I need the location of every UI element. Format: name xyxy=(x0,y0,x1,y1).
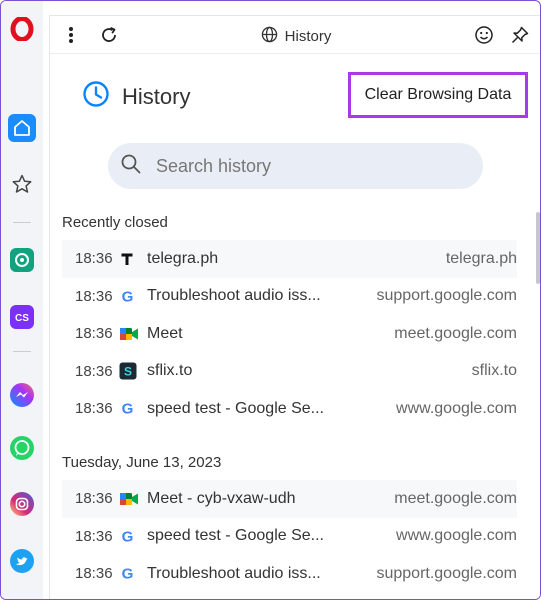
page-title: History xyxy=(122,83,191,109)
list-item[interactable]: 18:36 telegra.ph telegra.ph xyxy=(62,240,517,278)
list-item[interactable]: 18:36 S sflix.to sflix.to xyxy=(62,353,517,391)
item-title: speed test - Google Se... xyxy=(147,399,324,417)
emoji-icon[interactable] xyxy=(473,24,495,46)
list-item[interactable]: 18:36 G speed test - Google Se... www.go… xyxy=(62,518,517,556)
item-time: 18:36 xyxy=(75,400,113,418)
clock-icon xyxy=(82,80,110,113)
opera-logo-icon[interactable] xyxy=(8,15,36,43)
item-time: 18:36 xyxy=(75,250,113,268)
browser-window: CS History History Clear Browsing Data S… xyxy=(0,0,541,600)
google-meet-icon xyxy=(119,326,147,342)
section-title-date: Tuesday, June 13, 2023 xyxy=(62,454,222,471)
item-time: 18:36 xyxy=(75,527,113,545)
sidebar-divider xyxy=(13,222,31,223)
list-item[interactable]: 18:36 G Troubleshoot audio iss... suppor… xyxy=(62,555,517,593)
item-domain: sflix.to xyxy=(471,362,517,380)
instagram-icon[interactable] xyxy=(8,490,36,518)
item-time: 18:36 xyxy=(75,490,113,508)
google-meet-icon xyxy=(119,491,147,507)
sidebar: CS xyxy=(1,1,43,599)
telegraph-icon xyxy=(119,251,147,267)
svg-text:CS: CS xyxy=(15,313,29,324)
cs-app-icon[interactable]: CS xyxy=(8,303,36,331)
svg-text:G: G xyxy=(122,528,134,544)
clear-browsing-data-button[interactable]: Clear Browsing Data xyxy=(348,72,528,118)
google-icon: G xyxy=(119,400,147,417)
item-domain: meet.google.com xyxy=(394,489,517,507)
search-input[interactable] xyxy=(156,155,446,177)
history-panel: History History Clear Browsing Data Rece… xyxy=(49,15,540,599)
svg-text:S: S xyxy=(124,365,132,379)
item-title: telegra.ph xyxy=(147,249,219,267)
home-icon[interactable] xyxy=(8,114,36,142)
list-item[interactable]: 18:36 G speed test - Google Se... www.go… xyxy=(62,390,517,428)
item-time: 18:36 xyxy=(75,287,113,305)
item-domain: support.google.com xyxy=(376,287,517,305)
item-domain: www.google.com xyxy=(396,527,517,545)
whatsapp-icon[interactable] xyxy=(8,434,36,462)
panel-toolbar: History xyxy=(50,16,540,54)
svg-text:G: G xyxy=(122,566,134,582)
item-domain: support.google.com xyxy=(376,564,517,582)
svg-text:G: G xyxy=(122,401,134,417)
google-icon: G xyxy=(119,528,147,544)
section-title-recent: Recently closed xyxy=(62,214,168,231)
google-icon: G xyxy=(119,288,147,304)
item-title: speed test - Google Se... xyxy=(147,527,324,545)
item-title: Meet - cyb-vxaw-udh xyxy=(147,489,296,507)
search-icon xyxy=(120,153,142,180)
item-title: Troubleshoot audio iss... xyxy=(147,287,321,305)
toolbar-title: History xyxy=(50,26,540,47)
globe-icon xyxy=(261,26,278,47)
page-header: History xyxy=(82,80,190,113)
google-icon: G xyxy=(119,565,147,582)
pin-icon[interactable] xyxy=(509,24,531,46)
recently-closed-list: 18:36 telegra.ph telegra.ph 18:36 G Trou… xyxy=(62,240,517,428)
item-time: 18:36 xyxy=(75,325,113,343)
item-domain: www.google.com xyxy=(396,399,517,417)
list-item[interactable]: 18:36 Meet meet.google.com xyxy=(62,315,517,353)
toolbar-title-label: History xyxy=(284,28,332,45)
item-title: Meet xyxy=(147,324,183,342)
item-domain: telegra.ph xyxy=(445,249,517,267)
item-time: 18:36 xyxy=(75,362,113,380)
sflix-icon: S xyxy=(119,362,147,380)
item-domain: meet.google.com xyxy=(394,324,517,342)
item-title: sflix.to xyxy=(147,362,193,380)
scrollbar[interactable] xyxy=(536,212,540,284)
chatgpt-icon[interactable] xyxy=(8,246,36,274)
dated-history-list: 18:36 Meet - cyb-vxaw-udh meet.google.co… xyxy=(62,480,517,593)
sidebar-divider xyxy=(13,351,31,352)
list-item[interactable]: 18:36 G Troubleshoot audio iss... suppor… xyxy=(62,278,517,316)
star-icon[interactable] xyxy=(8,170,36,198)
item-time: 18:36 xyxy=(75,565,113,583)
search-bar[interactable] xyxy=(108,143,483,189)
twitter-icon[interactable] xyxy=(8,547,36,575)
messenger-icon[interactable] xyxy=(8,381,36,409)
list-item[interactable]: 18:36 Meet - cyb-vxaw-udh meet.google.co… xyxy=(62,480,517,518)
item-title: Troubleshoot audio iss... xyxy=(147,564,321,582)
svg-text:G: G xyxy=(122,288,134,304)
